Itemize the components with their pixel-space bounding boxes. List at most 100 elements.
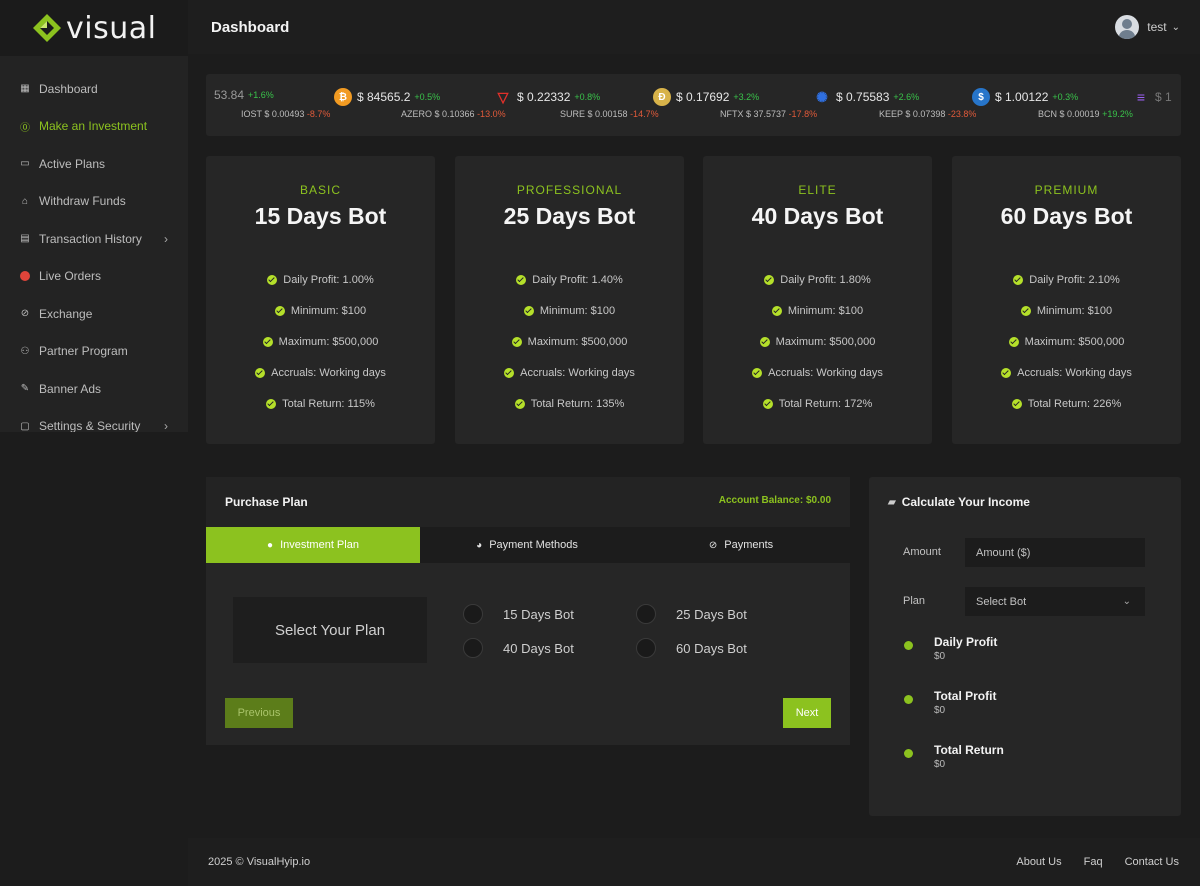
sidebar-item-make-investment[interactable]: ⓪ Make an Investment — [0, 108, 188, 146]
select-plan-label: Select Your Plan — [233, 597, 427, 663]
footer-link-about[interactable]: About Us — [1016, 856, 1061, 868]
check-icon — [1001, 367, 1012, 378]
tab-payments[interactable]: ⊘ Payments — [634, 527, 848, 563]
check-icon — [516, 274, 527, 285]
crypto-ticker: 53.84 +1.6% ₿ $ 84565.2 +0.5% ▽ $ 0.2233… — [206, 74, 1181, 136]
check-icon — [523, 305, 534, 316]
footer-link-faq[interactable]: Faq — [1084, 856, 1103, 868]
sidebar-item-active-plans[interactable]: ▭ Active Plans — [0, 145, 188, 183]
plan-feature: Daily Profit: 2.10% — [952, 264, 1181, 295]
check-icon — [771, 305, 782, 316]
status-dot-icon — [904, 749, 913, 758]
radio-button[interactable] — [636, 638, 656, 658]
check-icon — [762, 398, 773, 409]
plan-feature: Accruals: Working days — [952, 357, 1181, 388]
ticker-item: ✺ $ 0.75583 +2.6% — [813, 88, 919, 106]
ticker-item: ▽ $ 0.22332 +0.8% — [494, 88, 601, 106]
plan-title: 25 Days Bot — [503, 203, 636, 229]
sidebar-item-dashboard[interactable]: ▦ Dashboard — [0, 70, 188, 108]
footer-links: About Us Faq Contact Us — [1016, 856, 1179, 868]
ticker-price: $ 0.75583 — [836, 90, 890, 104]
partner-icon: ⚇ — [20, 345, 30, 357]
previous-button[interactable]: Previous — [225, 698, 293, 728]
sidebar-item-withdraw-funds[interactable]: ⌂ Withdraw Funds — [0, 183, 188, 221]
check-icon — [1011, 398, 1022, 409]
sidebar-item-label: Withdraw Funds — [39, 194, 126, 209]
sidebar-item-live-orders[interactable]: Live Orders — [0, 258, 188, 296]
plan-option-15-days[interactable]: 15 Days Bot — [463, 604, 574, 624]
chevron-right-icon: › — [164, 419, 168, 432]
plan-card-premium[interactable]: PREMIUM 60 Days Bot Daily Profit: 2.10% … — [952, 156, 1181, 444]
plan-card-basic[interactable]: BASIC 15 Days Bot Daily Profit: 1.00% Mi… — [206, 156, 435, 444]
sidebar-item-transaction-history[interactable]: ▤ Transaction History › — [0, 220, 188, 258]
check-icon — [511, 336, 522, 347]
purchase-plan-panel: Purchase Plan Account Balance: $0.00 ● I… — [206, 477, 850, 745]
plan-select[interactable]: Select Bot ⌄ — [965, 587, 1145, 616]
pie-icon: ◕ — [476, 539, 483, 551]
ticker-change: +0.8% — [574, 92, 601, 102]
tab-payment-methods[interactable]: ◕ Payment Methods — [420, 527, 634, 563]
plan-feature: Total Return: 115% — [206, 388, 435, 419]
sidebar-item-partner-program[interactable]: ⚇ Partner Program — [0, 333, 188, 371]
plan-tier: BASIC — [299, 183, 341, 197]
check-icon — [752, 367, 763, 378]
ticker-item: $ $ 1.00122 +0.3% — [972, 88, 1078, 106]
plan-feature: Accruals: Working days — [206, 357, 435, 388]
sidebar-item-label: Transaction History — [39, 231, 142, 246]
tab-investment-plan[interactable]: ● Investment Plan — [206, 527, 420, 563]
check-icon — [262, 336, 273, 347]
investment-icon: ⓪ — [20, 122, 30, 134]
radio-button[interactable] — [463, 604, 483, 624]
user-menu[interactable]: test ⌄ — [1115, 15, 1180, 39]
plan-option-60-days[interactable]: 60 Days Bot — [636, 638, 747, 658]
ticker-change: +1.6% — [248, 90, 274, 100]
username: test — [1147, 20, 1167, 34]
plan-feature: Maximum: $500,000 — [206, 326, 435, 357]
sidebar-item-label: Active Plans — [39, 156, 106, 171]
sidebar-item-settings-security[interactable]: ▢ Settings & Security › — [0, 408, 188, 432]
ticker-item: ≡ $ 1 — [1132, 88, 1172, 106]
plan-feature: Minimum: $100 — [703, 295, 932, 326]
check-icon — [274, 305, 285, 316]
avatar — [1115, 15, 1140, 39]
plan-features: Daily Profit: 1.80% Minimum: $100 Maximu… — [703, 264, 932, 419]
dashboard-icon: ▦ — [20, 83, 30, 95]
calculator-title: ▰ Calculate Your Income — [888, 495, 1030, 509]
result-value: $0 — [934, 705, 946, 716]
ticker-label: IOST $ 0.00493 — [241, 109, 305, 119]
amount-input[interactable]: Amount ($) — [965, 538, 1145, 567]
plan-option-40-days[interactable]: 40 Days Bot — [463, 638, 574, 658]
footer-link-contact[interactable]: Contact Us — [1125, 856, 1179, 868]
sidebar-item-banner-ads[interactable]: ✎ Banner Ads — [0, 370, 188, 408]
sidebar-item-label: Settings & Security — [39, 419, 141, 432]
top-bar: Dashboard test ⌄ — [188, 0, 1200, 54]
sidebar-item-label: Dashboard — [39, 81, 98, 96]
plan-feature: Accruals: Working days — [703, 357, 932, 388]
plan-card-elite[interactable]: ELITE 40 Days Bot Daily Profit: 1.80% Mi… — [703, 156, 932, 444]
next-button[interactable]: Next — [783, 698, 831, 728]
check-icon — [514, 398, 525, 409]
logo-icon — [32, 13, 62, 43]
ticker-price: $ 1.00122 — [995, 90, 1049, 104]
income-calculator: ▰ Calculate Your Income Amount Amount ($… — [869, 477, 1181, 816]
plan-card-professional[interactable]: PROFESSIONAL 25 Days Bot Daily Profit: 1… — [455, 156, 684, 444]
radio-button[interactable] — [463, 638, 483, 658]
ticker-item: KEEP $ 0.07398 -23.8% — [879, 109, 976, 119]
chevron-down-icon: ⌄ — [1171, 21, 1180, 33]
ticker-price: $ 84565.2 — [357, 90, 411, 104]
plan-features: Daily Profit: 1.00% Minimum: $100 Maximu… — [206, 264, 435, 419]
logo[interactable]: visual — [0, 0, 188, 56]
sidebar-item-exchange[interactable]: ⊘ Exchange — [0, 295, 188, 333]
account-balance: Account Balance: $0.00 — [718, 495, 831, 506]
ticker-item: ₿ $ 84565.2 +0.5% — [334, 88, 440, 106]
radio-button[interactable] — [636, 604, 656, 624]
check-icon — [266, 398, 277, 409]
check-circle-icon: ⊘ — [708, 539, 718, 551]
ticker-item: AZERO $ 0.10366 -13.0% — [401, 109, 506, 119]
plan-features: Daily Profit: 1.40% Minimum: $100 Maximu… — [455, 264, 684, 419]
plan-tier: PREMIUM — [1034, 183, 1099, 197]
info-icon: ● — [267, 539, 274, 551]
plan-feature: Minimum: $100 — [206, 295, 435, 326]
tron-icon: ▽ — [497, 88, 509, 105]
plan-option-25-days[interactable]: 25 Days Bot — [636, 604, 747, 624]
